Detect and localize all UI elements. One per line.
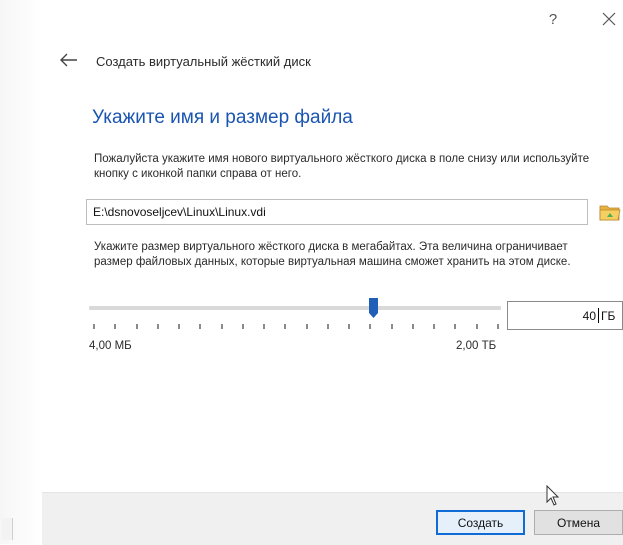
slider-tick [433,324,436,329]
size-description: Укажите размер виртуального жёсткого дис… [94,241,571,268]
file-path-input[interactable] [86,199,588,225]
slider-tick [390,324,393,329]
close-button[interactable] [597,8,621,30]
slider-tick [178,324,181,329]
background-window-edge [0,0,42,544]
page-heading: Укажите имя и размер файла [92,107,353,128]
slider-tick [326,324,329,329]
slider-tick [114,324,117,329]
background-window-fragment [2,518,13,540]
file-location-description: Пожалуйста укажите имя нового виртуально… [94,153,590,180]
cancel-button[interactable]: Отмена [534,510,623,535]
slider-max-label: 2,00 ТБ [456,340,497,352]
slider-handle[interactable] [369,298,379,318]
slider-tick [348,324,351,329]
size-field[interactable]: ГБ [507,301,623,330]
help-button[interactable]: ? [541,8,565,30]
mouse-cursor-icon [546,485,560,506]
wizard-title: Создать виртуальный жёсткий диск [96,54,311,69]
slider-tick [454,324,457,329]
create-button[interactable]: Создать [436,510,525,535]
slider-tick [156,324,159,329]
slider-tick [411,324,414,329]
slider-tick [199,324,202,329]
slider-tick [220,324,223,329]
back-button[interactable] [58,51,80,69]
arrow-left-icon [60,53,77,67]
slider-tick [305,324,308,329]
slider-min-label: 4,00 МБ [89,340,132,352]
text-caret [598,308,599,323]
slider-tick [369,324,372,329]
slider-tick [497,324,499,329]
slider-tick [93,324,95,329]
choose-folder-button[interactable] [598,200,622,224]
slider-track[interactable] [89,306,501,310]
size-input[interactable] [508,302,598,329]
close-icon [602,12,616,26]
size-unit-label: ГБ [601,309,616,323]
folder-icon [599,205,621,221]
slider-tick [241,324,244,329]
slider-tick [135,324,138,329]
size-slider[interactable] [89,298,501,338]
slider-tick [263,324,266,329]
slider-tick [284,324,287,329]
slider-tick [475,324,478,329]
